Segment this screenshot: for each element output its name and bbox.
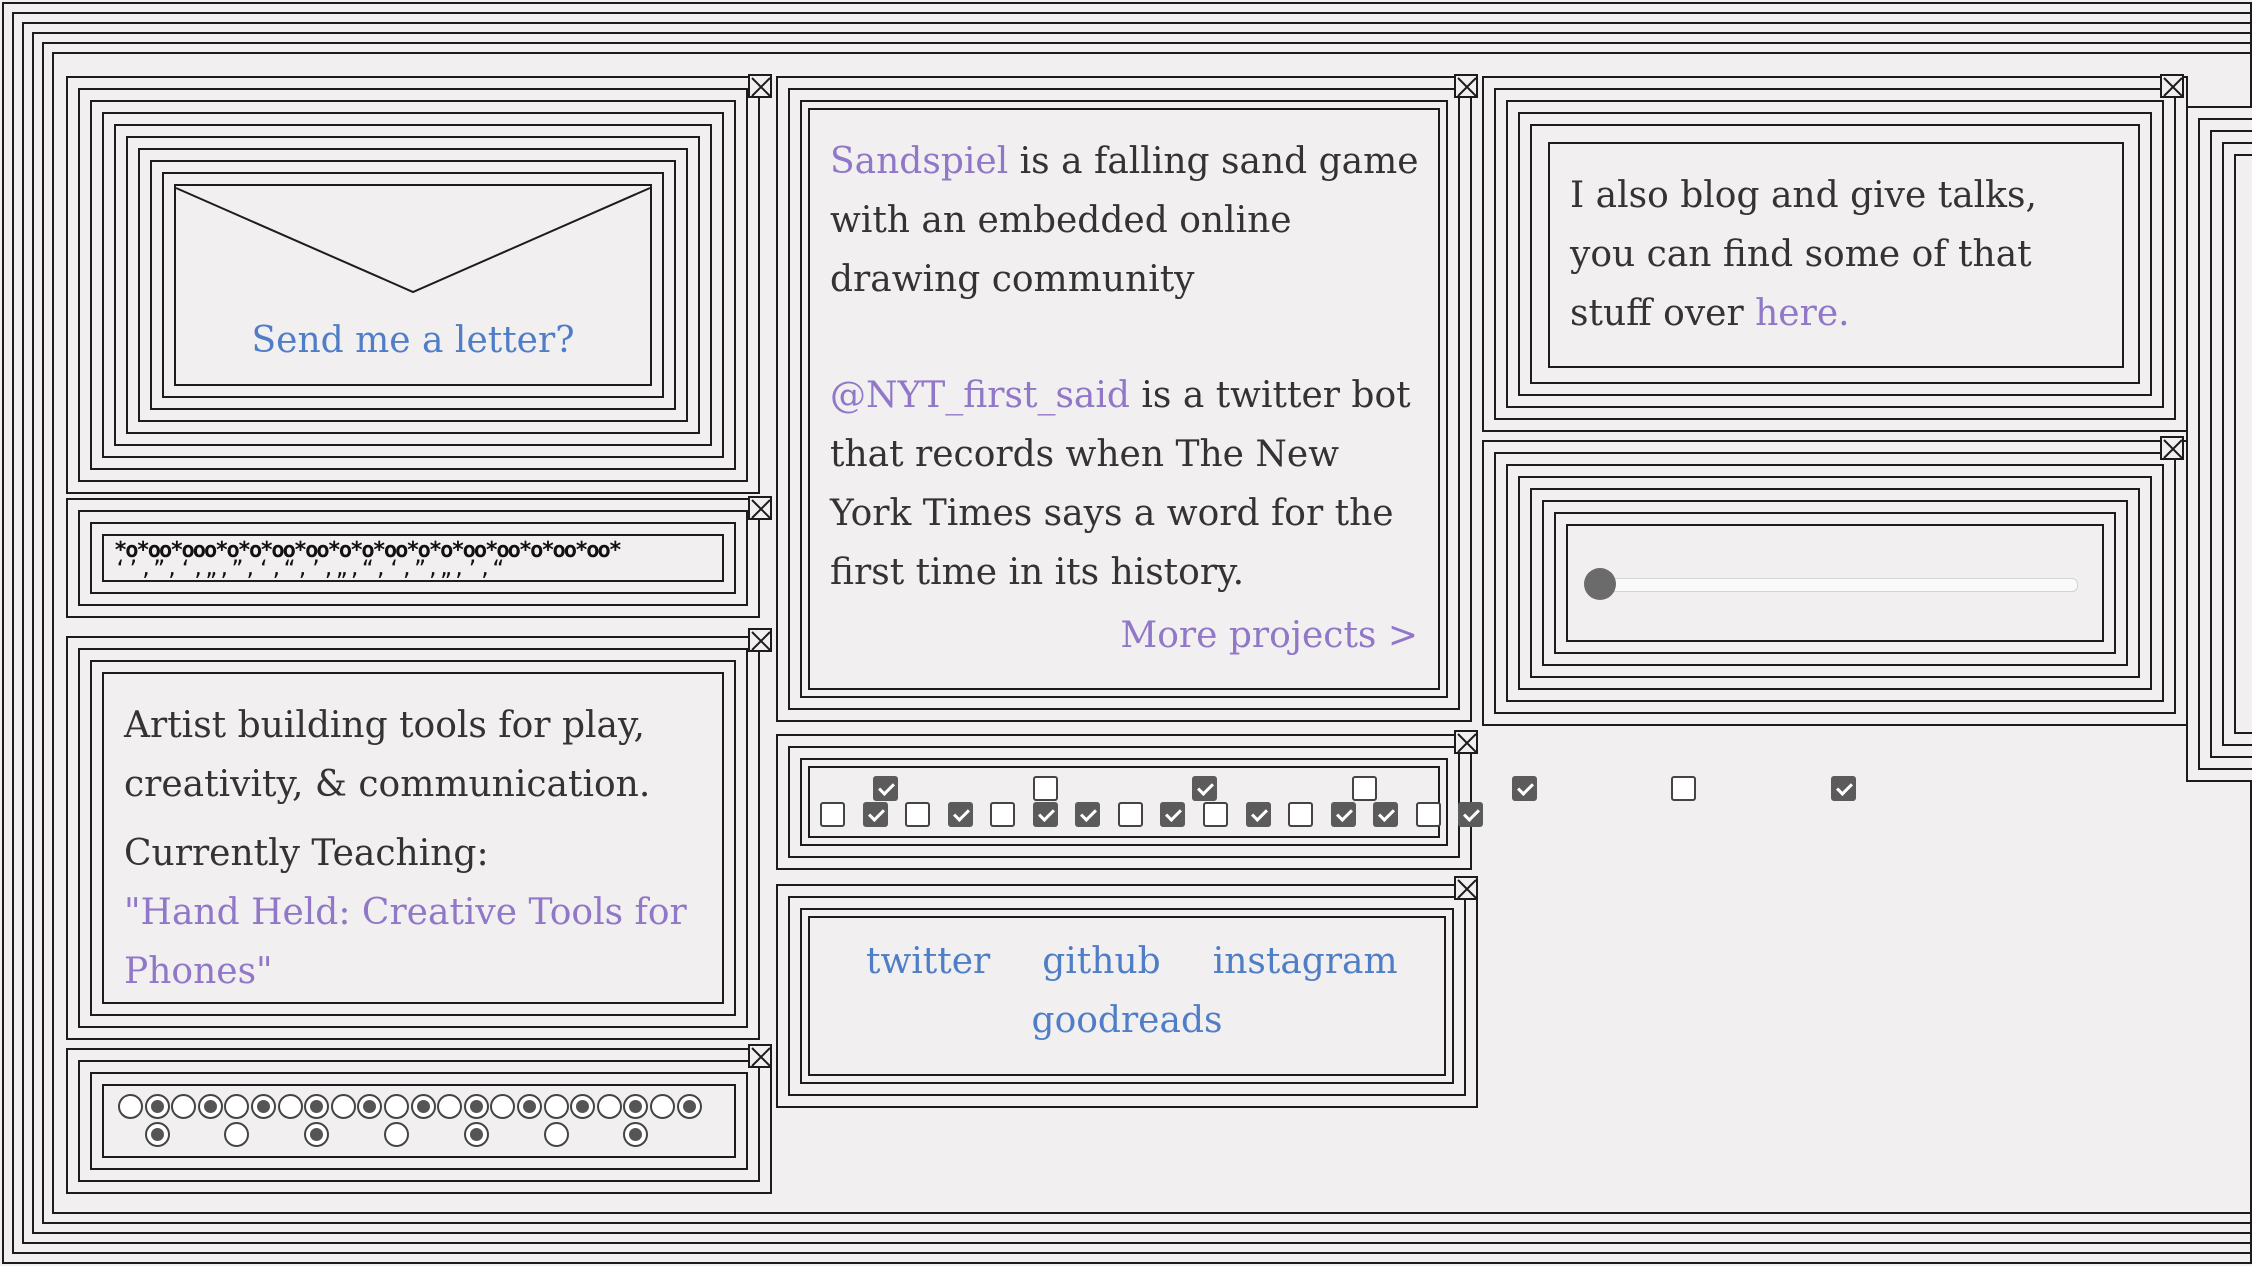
checkbox-field bbox=[808, 766, 1856, 838]
checkbox[interactable] bbox=[1192, 776, 1218, 801]
close-icon[interactable] bbox=[2160, 74, 2184, 98]
envelope[interactable]: Send me a letter? bbox=[174, 184, 652, 386]
github-link[interactable]: github bbox=[1042, 941, 1160, 982]
close-icon[interactable] bbox=[748, 496, 772, 520]
slider-window bbox=[1482, 440, 2188, 726]
close-icon[interactable] bbox=[2160, 436, 2184, 460]
checkbox[interactable] bbox=[1373, 802, 1399, 827]
radio-button[interactable] bbox=[330, 1094, 356, 1119]
social-window: twitter github instagram goodreads bbox=[776, 884, 1478, 1108]
radio-button[interactable] bbox=[251, 1094, 276, 1119]
radio-button[interactable] bbox=[384, 1122, 409, 1147]
radio-button[interactable] bbox=[224, 1122, 250, 1147]
twitter-link[interactable]: twitter bbox=[866, 941, 990, 982]
radio-button[interactable] bbox=[384, 1094, 409, 1119]
checkbox[interactable] bbox=[1160, 802, 1186, 827]
teaching-label: Currently Teaching: bbox=[124, 833, 489, 874]
radio-button[interactable] bbox=[224, 1094, 250, 1119]
radio-button[interactable] bbox=[277, 1094, 303, 1119]
instagram-link[interactable]: instagram bbox=[1213, 941, 1398, 982]
noise-window: *o*oo*ooo*o*o*oo*oo*o*o*oo*o*o*oo*oo*o*o… bbox=[66, 498, 760, 618]
checkbox[interactable] bbox=[1245, 802, 1271, 827]
checkbox-window bbox=[776, 734, 1856, 870]
close-icon[interactable] bbox=[1454, 876, 1478, 900]
slider-thumb[interactable] bbox=[1584, 568, 1616, 600]
radio-button[interactable] bbox=[543, 1094, 569, 1119]
radio-button[interactable] bbox=[596, 1094, 622, 1119]
radio-button[interactable] bbox=[676, 1094, 702, 1119]
radio-button[interactable] bbox=[171, 1094, 197, 1119]
sandspiel-link[interactable]: Sandspiel bbox=[830, 141, 1008, 182]
checkbox[interactable] bbox=[1330, 802, 1356, 827]
projects-panel: Sandspiel is a falling sand game with an… bbox=[808, 108, 1440, 690]
radio-button[interactable] bbox=[437, 1094, 463, 1119]
blog-here-link[interactable]: here. bbox=[1755, 293, 1849, 334]
about-intro: Artist building tools for play, creativi… bbox=[124, 705, 651, 805]
checkbox[interactable] bbox=[947, 802, 973, 827]
projects-window: Sandspiel is a falling sand game with an… bbox=[776, 76, 1472, 722]
radio-button[interactable] bbox=[410, 1094, 436, 1119]
radio-button[interactable] bbox=[543, 1122, 569, 1147]
checkbox[interactable] bbox=[1288, 802, 1314, 827]
slider-track[interactable] bbox=[1598, 578, 2078, 592]
radio-button[interactable] bbox=[118, 1094, 143, 1119]
checkbox[interactable] bbox=[1117, 802, 1143, 827]
radio-button[interactable] bbox=[517, 1094, 542, 1119]
radio-button[interactable] bbox=[463, 1094, 489, 1119]
checkbox[interactable] bbox=[1032, 802, 1058, 827]
radio-button[interactable] bbox=[304, 1122, 330, 1147]
letter-window: Send me a letter? bbox=[66, 76, 760, 494]
checkbox[interactable] bbox=[820, 802, 845, 827]
slider-panel bbox=[1566, 524, 2104, 642]
radio-button[interactable] bbox=[623, 1094, 649, 1119]
close-icon[interactable] bbox=[748, 628, 772, 652]
close-icon[interactable] bbox=[1454, 74, 1478, 98]
checkbox[interactable] bbox=[1671, 776, 1697, 801]
radio-button[interactable] bbox=[357, 1094, 383, 1119]
radio-button[interactable] bbox=[197, 1094, 223, 1119]
radio-button[interactable] bbox=[490, 1094, 516, 1119]
checkbox[interactable] bbox=[862, 802, 888, 827]
radio-field bbox=[102, 1084, 736, 1158]
radio-button[interactable] bbox=[304, 1094, 330, 1119]
social-panel: twitter github instagram goodreads bbox=[808, 916, 1446, 1076]
checkbox[interactable] bbox=[905, 802, 931, 827]
more-projects-link[interactable]: More projects > bbox=[1120, 615, 1418, 656]
radio-button[interactable] bbox=[144, 1094, 170, 1119]
checkbox[interactable] bbox=[1511, 776, 1537, 801]
close-icon[interactable] bbox=[748, 74, 772, 98]
checkbox[interactable] bbox=[1075, 802, 1101, 827]
envelope-icon bbox=[175, 187, 651, 294]
noise-field: *o*oo*ooo*o*o*oo*oo*o*o*oo*o*o*oo*oo*o*o… bbox=[102, 534, 724, 582]
radio-window bbox=[66, 1048, 772, 1194]
send-letter-link[interactable]: Send me a letter? bbox=[176, 320, 650, 361]
checkbox[interactable] bbox=[990, 802, 1016, 827]
close-icon[interactable] bbox=[1454, 730, 1478, 754]
checkbox[interactable] bbox=[1830, 776, 1856, 801]
blog-window: I also blog and give talks, you can find… bbox=[1482, 76, 2188, 432]
radio-button[interactable] bbox=[570, 1094, 596, 1119]
checkbox[interactable] bbox=[873, 776, 899, 801]
checkbox[interactable] bbox=[1458, 802, 1484, 827]
radio-button[interactable] bbox=[144, 1122, 170, 1147]
checkbox[interactable] bbox=[1032, 776, 1058, 801]
blog-panel: I also blog and give talks, you can find… bbox=[1548, 142, 2124, 368]
nyt-first-said-link[interactable]: @NYT_first_said bbox=[830, 375, 1130, 416]
about-panel: Artist building tools for play, creativi… bbox=[102, 672, 724, 1004]
goodreads-link[interactable]: goodreads bbox=[1032, 1000, 1223, 1041]
noise-row-2: ‘’,”,‘,„,”,‘,“,’,„,“,‘,”,„,’,“ bbox=[114, 558, 506, 578]
teaching-course-link[interactable]: "Hand Held: Creative Tools for Phones" bbox=[124, 892, 687, 992]
checkbox[interactable] bbox=[1352, 776, 1377, 801]
offscreen-window-edge bbox=[2186, 106, 2252, 782]
checkbox[interactable] bbox=[1415, 802, 1441, 827]
checkbox[interactable] bbox=[1203, 802, 1229, 827]
radio-button[interactable] bbox=[650, 1094, 675, 1119]
close-icon[interactable] bbox=[748, 1044, 772, 1068]
radio-button[interactable] bbox=[623, 1122, 649, 1147]
about-window: Artist building tools for play, creativi… bbox=[66, 636, 760, 1040]
radio-button[interactable] bbox=[463, 1122, 489, 1147]
